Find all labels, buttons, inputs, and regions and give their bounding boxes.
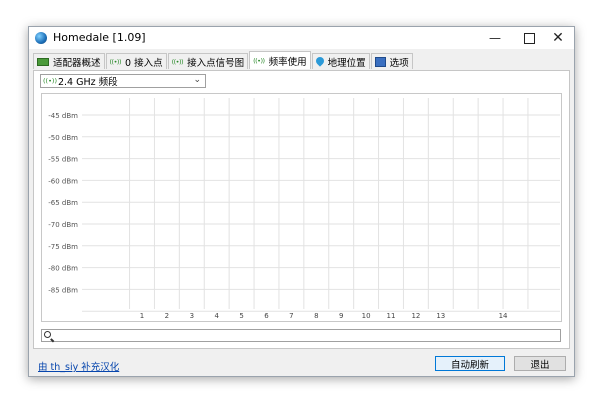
y-tick-label: -55 dBm xyxy=(48,156,78,164)
x-tick-label: 12 xyxy=(411,312,420,320)
tab-label: 0 接入点 xyxy=(125,57,163,69)
y-tick-label: -85 dBm xyxy=(48,286,78,294)
y-tick-label: -50 dBm xyxy=(48,134,78,142)
tab-options[interactable]: 选项 xyxy=(370,53,413,69)
minimize-button[interactable]: — xyxy=(478,27,512,49)
frequency-chart-svg: -45 dBm -50 dBm -55 dBm -60 dBm -65 dBm -70 d… xyxy=(48,98,560,320)
translator-credit-link[interactable]: 由 th_siy 补充汉化 xyxy=(38,359,119,373)
maximize-icon xyxy=(523,32,535,44)
tab-access-points[interactable]: ((•)) 0 接入点 xyxy=(105,53,167,69)
tab-label: 地理位置 xyxy=(327,57,366,69)
close-icon: ✕ xyxy=(552,30,564,46)
y-tick-label: -70 dBm xyxy=(48,221,78,229)
app-window: Homedale [1.09] — ✕ 适配器概述 ((•)) 0 接入点 ((… xyxy=(28,26,575,377)
chevron-down-icon: ⌄ xyxy=(193,75,201,85)
title-bar[interactable]: Homedale [1.09] — ✕ xyxy=(29,27,574,49)
close-button[interactable]: ✕ xyxy=(541,27,575,49)
adapter-icon xyxy=(37,57,49,66)
band-select-value: 2.4 GHz 频段 xyxy=(57,77,118,88)
band-select[interactable]: ((•)) 2.4 GHz 频段 ⌄ xyxy=(40,74,206,88)
y-tick-label: -60 dBm xyxy=(48,177,78,185)
x-tick-label: 5 xyxy=(239,312,243,320)
tab-geolocation[interactable]: 地理位置 xyxy=(311,53,370,69)
signal-icon: ((•)) xyxy=(43,77,57,85)
x-tick-label: 11 xyxy=(387,312,396,320)
x-tick-label: 9 xyxy=(339,312,343,320)
search-icon xyxy=(44,331,51,338)
x-tick-label: 3 xyxy=(190,312,194,320)
x-tick-label: 10 xyxy=(362,312,371,320)
x-tick-label: 2 xyxy=(165,312,169,320)
window-title: Homedale [1.09] xyxy=(53,31,146,44)
tab-frequency-usage[interactable]: ((•)) 频率使用 xyxy=(249,51,311,69)
location-pin-icon xyxy=(316,57,324,67)
tab-label: 接入点信号图 xyxy=(187,57,245,69)
options-icon xyxy=(374,56,386,67)
tab-adapter-overview[interactable]: 适配器概述 xyxy=(33,53,105,69)
exit-button[interactable]: 退出 xyxy=(514,356,566,371)
tab-label: 选项 xyxy=(389,57,409,69)
tab-label: 适配器概述 xyxy=(53,57,101,69)
y-tick-label: -45 dBm xyxy=(48,112,78,120)
x-tick-label: 8 xyxy=(314,312,318,320)
tab-ap-signal-graph[interactable]: ((•)) 接入点信号图 xyxy=(167,53,249,69)
y-tick-label: -65 dBm xyxy=(48,199,78,207)
tab-label: 频率使用 xyxy=(268,56,307,68)
x-tick-label: 6 xyxy=(264,312,269,320)
globe-app-icon xyxy=(35,32,47,44)
y-tick-label: -80 dBm xyxy=(48,265,78,273)
tab-bar: 适配器概述 ((•)) 0 接入点 ((•)) 接入点信号图 ((•)) 频率使… xyxy=(33,51,414,70)
x-tick-label: 7 xyxy=(289,312,293,320)
signal-icon: ((•)) xyxy=(171,57,184,66)
auto-refresh-button[interactable]: 自动刷新 xyxy=(435,356,505,371)
frequency-chart: -45 dBm -50 dBm -55 dBm -60 dBm -65 dBm -70 d… xyxy=(41,93,562,322)
y-tick-label: -75 dBm xyxy=(48,243,78,251)
signal-icon: ((•)) xyxy=(253,56,265,65)
x-tick-label: 4 xyxy=(214,312,219,320)
x-tick-label: 13 xyxy=(436,312,445,320)
search-input[interactable] xyxy=(41,329,561,342)
x-tick-label: 1 xyxy=(140,312,144,320)
minimize-icon: — xyxy=(489,31,501,45)
x-tick-label: 14 xyxy=(499,312,508,320)
signal-icon: ((•)) xyxy=(109,57,122,66)
